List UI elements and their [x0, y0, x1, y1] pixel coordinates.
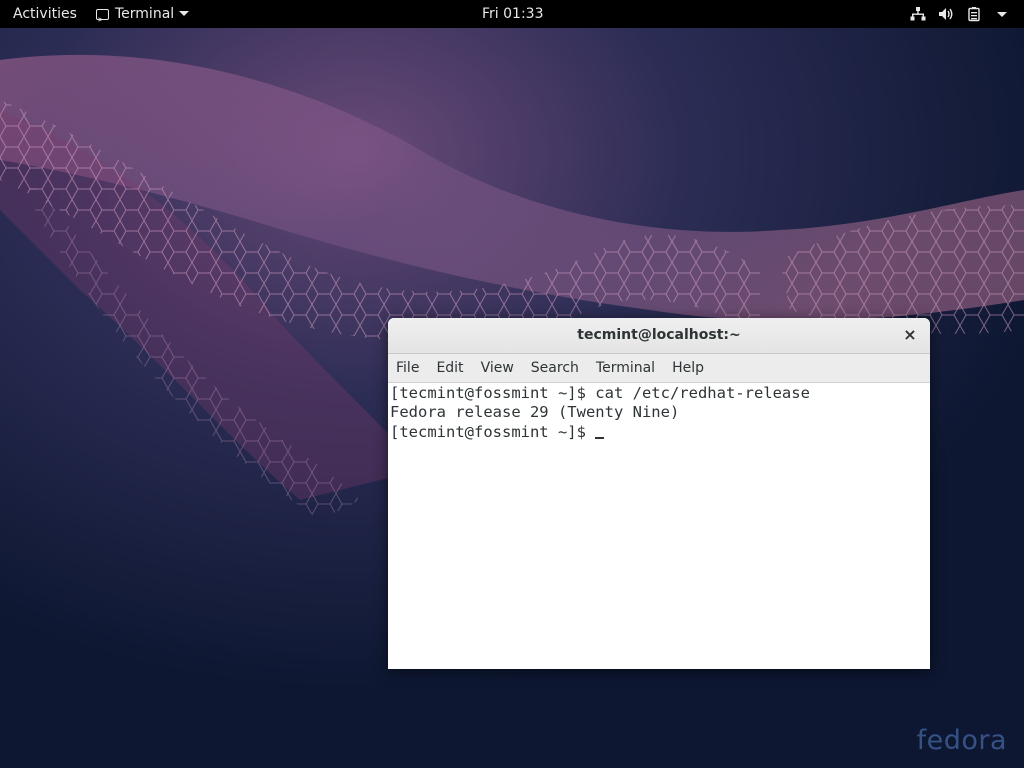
terminal-app-icon [96, 6, 109, 34]
text-cursor [595, 422, 605, 439]
chevron-down-icon [179, 11, 190, 16]
fedora-logo: fedora [916, 725, 1007, 756]
menu-edit[interactable]: Edit [436, 360, 463, 376]
terminal-line: Fedora release 29 (Twenty Nine) [390, 403, 680, 421]
close-icon: × [903, 325, 917, 344]
terminal-output[interactable]: [tecmint@fossmint ~]$ cat /etc/redhat-re… [388, 383, 930, 442]
window-title: tecmint@localhost:~ [577, 327, 741, 343]
terminal-prompt: [tecmint@fossmint ~]$ [390, 423, 596, 441]
terminal-window[interactable]: tecmint@localhost:~ × File Edit View Sea… [388, 318, 930, 669]
menu-help[interactable]: Help [672, 360, 704, 376]
terminal-prompt-line[interactable]: [tecmint@fossmint ~]$ [390, 422, 928, 441]
menu-view[interactable]: View [481, 360, 514, 376]
system-menu-caret-icon[interactable] [994, 6, 1010, 22]
system-tray[interactable] [910, 0, 1010, 28]
desktop: Activities Terminal Fri 01:33 [0, 0, 1024, 768]
menu-terminal[interactable]: Terminal [596, 360, 655, 376]
top-bar: Activities Terminal Fri 01:33 [0, 0, 1024, 34]
app-menu-button[interactable]: Terminal [96, 0, 190, 34]
window-titlebar[interactable]: tecmint@localhost:~ × [388, 318, 930, 354]
activities-button[interactable]: Activities [13, 0, 77, 28]
menu-bar: File Edit View Search Terminal Help [388, 354, 930, 383]
volume-icon[interactable] [938, 6, 954, 22]
terminal-line: [tecmint@fossmint ~]$ cat /etc/redhat-re… [390, 384, 810, 402]
menu-search[interactable]: Search [531, 360, 579, 376]
clock-button[interactable]: Fri 01:33 [482, 0, 543, 28]
battery-icon[interactable] [966, 6, 982, 22]
menu-file[interactable]: File [396, 360, 419, 376]
network-icon[interactable] [910, 6, 926, 22]
close-button[interactable]: × [903, 325, 917, 344]
app-menu-label: Terminal [115, 6, 175, 22]
